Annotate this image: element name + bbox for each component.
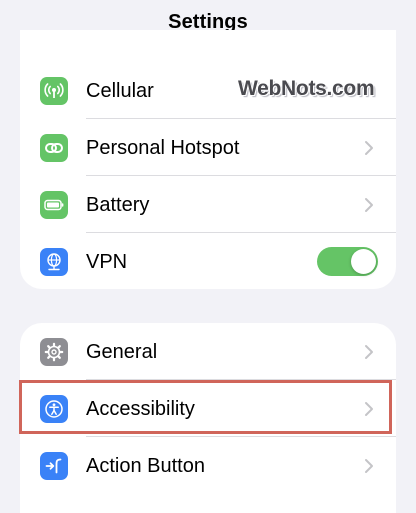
- settings-group-connectivity: Cellular Personal Hotspot Battery VPN: [20, 30, 396, 289]
- gear-icon: [40, 338, 68, 366]
- antenna-icon: [40, 77, 68, 105]
- battery-icon: [40, 191, 68, 219]
- vpn-toggle[interactable]: [317, 247, 378, 276]
- action-button-icon: [40, 452, 68, 480]
- chevron-right-icon: [365, 345, 373, 359]
- settings-row-personal-hotspot[interactable]: Personal Hotspot: [20, 120, 396, 176]
- settings-row-label: Action Button: [86, 455, 205, 477]
- settings-row-label: Battery: [86, 194, 150, 216]
- accessibility-highlight-box: [19, 380, 392, 434]
- chevron-right-icon: [365, 141, 373, 155]
- watermark-logo: WebNots.com: [238, 77, 375, 100]
- settings-row-action-button[interactable]: Action Button: [20, 438, 396, 494]
- settings-row-label: VPN: [86, 251, 128, 273]
- settings-row-label: Cellular: [86, 80, 154, 102]
- row-divider: [86, 118, 396, 119]
- chevron-right-icon: [365, 198, 373, 212]
- settings-row-battery[interactable]: Battery: [20, 177, 396, 233]
- settings-row-label: Personal Hotspot: [86, 137, 240, 159]
- toggle-knob: [351, 249, 376, 274]
- row-divider: [86, 232, 396, 233]
- settings-row-label: General: [86, 341, 158, 363]
- settings-row-general[interactable]: General: [20, 324, 396, 380]
- settings-row-vpn[interactable]: VPN: [20, 234, 396, 289]
- link-icon: [40, 134, 68, 162]
- row-divider: [86, 175, 396, 176]
- row-divider: [86, 436, 396, 437]
- chevron-right-icon: [365, 459, 373, 473]
- globe-network-icon: [40, 248, 68, 276]
